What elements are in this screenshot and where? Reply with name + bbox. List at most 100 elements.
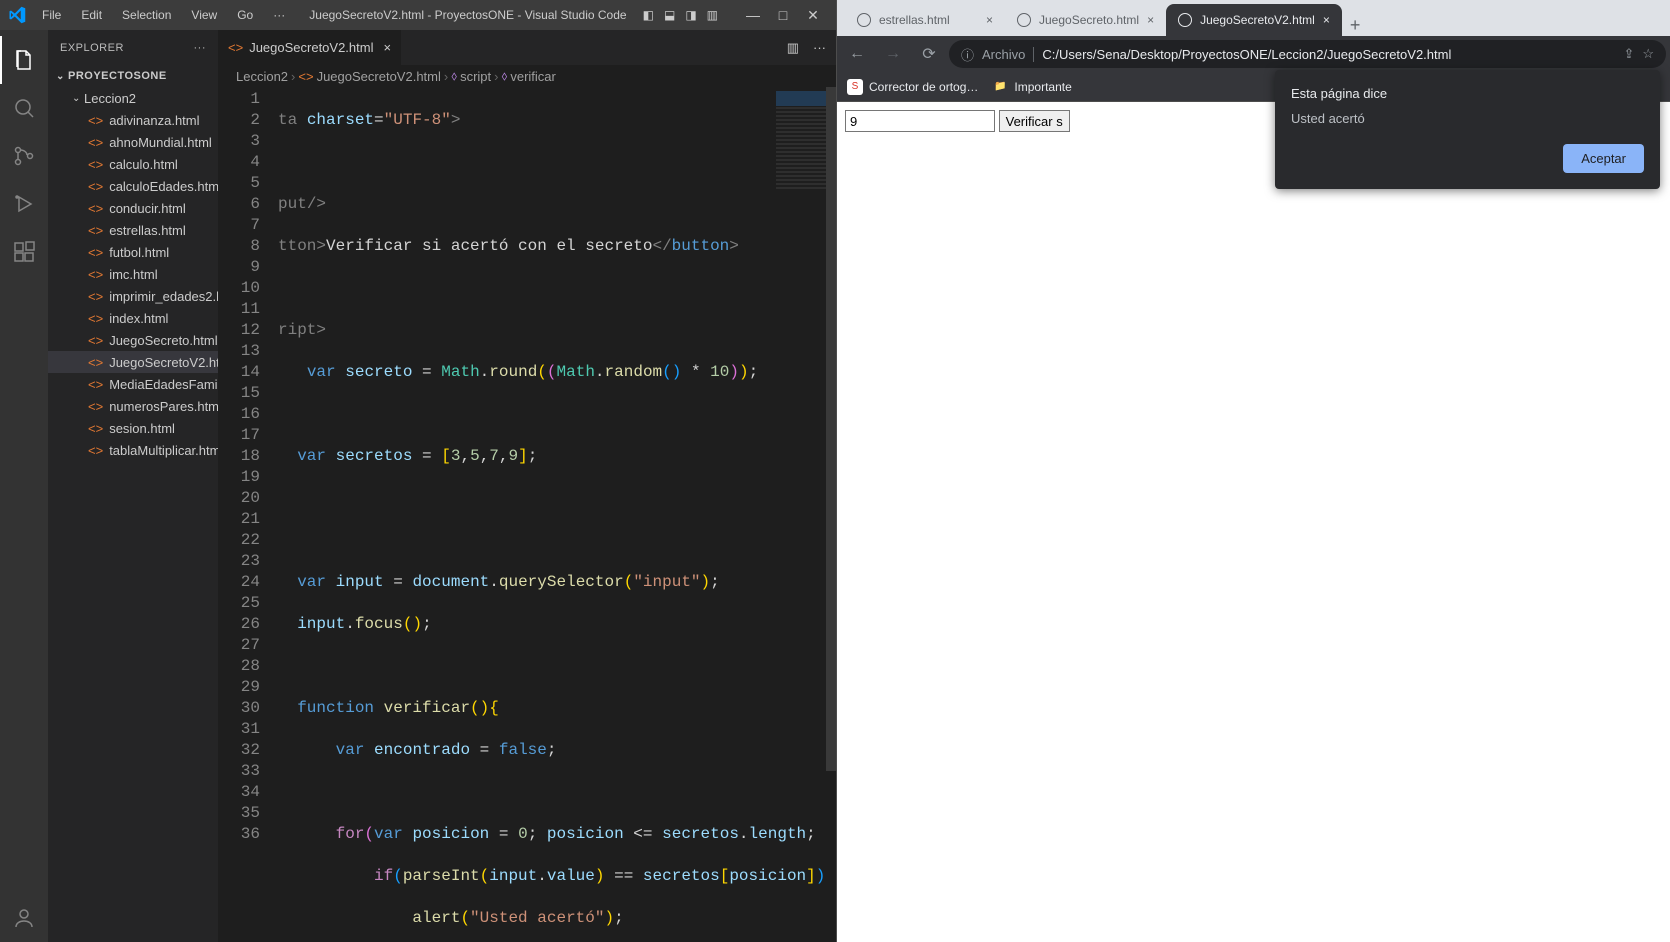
menu-edit[interactable]: Edit bbox=[73, 4, 110, 26]
close-tab-icon[interactable]: × bbox=[383, 40, 391, 55]
file-item[interactable]: <>JuegoSecreto.html bbox=[48, 329, 218, 351]
globe-icon bbox=[1017, 13, 1031, 27]
explorer-sidebar: EXPLORER ··· ⌄PROYECTOSONE ⌄Leccion2 <>a… bbox=[48, 30, 218, 942]
vscode-titlebar: File Edit Selection View Go ··· JuegoSec… bbox=[0, 0, 836, 30]
explorer-more-icon[interactable]: ··· bbox=[194, 42, 207, 54]
activity-extensions-icon[interactable] bbox=[0, 228, 48, 276]
html-file-icon: <> bbox=[88, 113, 103, 128]
html-file-icon: <> bbox=[88, 399, 103, 414]
minimize-button[interactable]: — bbox=[738, 7, 768, 23]
guess-input[interactable] bbox=[845, 110, 995, 132]
html-file-icon: <> bbox=[88, 443, 103, 458]
reload-button[interactable]: ⟳ bbox=[913, 38, 945, 70]
tab-title: JuegoSecretoV2.html bbox=[1200, 13, 1315, 27]
layout-panel-right-icon[interactable]: ◨ bbox=[685, 8, 696, 22]
browser-tab[interactable]: JuegoSecretoV2.html × bbox=[1166, 4, 1342, 36]
activity-explorer-icon[interactable] bbox=[0, 36, 48, 84]
file-item[interactable]: <>calculo.html bbox=[48, 153, 218, 175]
globe-icon bbox=[857, 13, 871, 27]
html-file-icon: <> bbox=[88, 135, 103, 150]
close-window-button[interactable]: ✕ bbox=[798, 7, 828, 24]
menu-file[interactable]: File bbox=[34, 4, 69, 26]
address-bar-row: ← → ⟳ ⓘ Archivo C:/Users/Sena/Desktop/Pr… bbox=[837, 36, 1670, 72]
file-item[interactable]: <>tablaMultiplicar.html bbox=[48, 439, 218, 461]
close-tab-icon[interactable]: × bbox=[986, 13, 993, 27]
bookmark-label: Corrector de ortog… bbox=[869, 80, 978, 94]
file-label: index.html bbox=[109, 311, 168, 326]
alert-accept-button[interactable]: Aceptar bbox=[1563, 144, 1644, 173]
file-item[interactable]: <> conducir.html bbox=[48, 197, 218, 219]
bookmark-item[interactable]: 📁 Importante bbox=[992, 79, 1071, 95]
site-info-icon[interactable]: ⓘ bbox=[961, 45, 974, 64]
html-file-icon: <> bbox=[88, 201, 103, 216]
file-label: adivinanza.html bbox=[109, 113, 199, 128]
editor-tabs: <> JuegoSecretoV2.html × ▥ ··· bbox=[218, 30, 836, 65]
file-item[interactable]: <>sesion.html bbox=[48, 417, 218, 439]
editor-more-icon[interactable]: ··· bbox=[813, 40, 826, 55]
file-label: conducir.html bbox=[109, 201, 186, 216]
alert-message: Usted acertó bbox=[1291, 111, 1644, 126]
layout-customize-icon[interactable]: ▥ bbox=[707, 8, 718, 22]
file-item[interactable]: <>index.html bbox=[48, 307, 218, 329]
share-icon[interactable]: ⇪ bbox=[1623, 46, 1634, 62]
html-file-icon: <> bbox=[88, 333, 103, 348]
activity-search-icon[interactable] bbox=[0, 84, 48, 132]
alert-title: Esta página dice bbox=[1291, 86, 1644, 101]
menu-go[interactable]: Go bbox=[229, 4, 261, 26]
file-item[interactable]: <>JuegoSecretoV2.html bbox=[48, 351, 218, 373]
url-scheme: Archivo bbox=[982, 47, 1034, 62]
bookmark-item[interactable]: SCorrector de ortog… bbox=[847, 79, 978, 95]
bookmark-label: Importante bbox=[1014, 80, 1071, 94]
activity-account-icon[interactable] bbox=[0, 894, 48, 942]
file-item[interactable]: <>estrellas.html bbox=[48, 219, 218, 241]
layout-panel-bottom-icon[interactable]: ⬓ bbox=[664, 8, 675, 22]
browser-tabstrip: estrellas.html×JuegoSecreto.html×JuegoSe… bbox=[837, 0, 1670, 36]
file-label: MediaEdadesFamilia.html bbox=[109, 377, 218, 392]
file-item[interactable]: <>ahnoMundial.html bbox=[48, 131, 218, 153]
forward-button[interactable]: → bbox=[877, 38, 909, 70]
editor-tab[interactable]: <> JuegoSecretoV2.html × bbox=[218, 30, 402, 65]
browser-tab[interactable]: estrellas.html× bbox=[845, 4, 1005, 36]
layout-panel-left-icon[interactable]: ◧ bbox=[643, 8, 654, 22]
alert-dialog: Esta página dice Usted acertó Aceptar bbox=[1275, 70, 1660, 189]
file-item[interactable]: <>calculoEdades.html bbox=[48, 175, 218, 197]
file-item[interactable]: <>imprimir_edades2.html bbox=[48, 285, 218, 307]
url-text: C:/Users/Sena/Desktop/ProyectosONE/Lecci… bbox=[1042, 47, 1451, 62]
activity-source-control-icon[interactable] bbox=[0, 132, 48, 180]
vscode-logo-icon bbox=[8, 6, 26, 24]
close-tab-icon[interactable]: × bbox=[1323, 13, 1330, 27]
menu-more[interactable]: ··· bbox=[265, 4, 293, 26]
vertical-scrollbar[interactable] bbox=[826, 87, 836, 942]
breadcrumb[interactable]: Leccion2› <> JuegoSecretoV2.html› ⬨ scri… bbox=[218, 65, 836, 87]
activity-run-debug-icon[interactable] bbox=[0, 180, 48, 228]
back-button[interactable]: ← bbox=[841, 38, 873, 70]
maximize-button[interactable]: □ bbox=[768, 7, 798, 23]
menu-view[interactable]: View bbox=[183, 4, 225, 26]
folder-leccion2[interactable]: ⌄Leccion2 bbox=[48, 87, 218, 109]
file-label: imprimir_edades2.html bbox=[109, 289, 218, 304]
new-tab-button[interactable]: + bbox=[1342, 15, 1369, 36]
file-item[interactable]: <> adivinanza.html bbox=[48, 109, 218, 131]
address-bar[interactable]: ⓘ Archivo C:/Users/Sena/Desktop/Proyecto… bbox=[949, 40, 1666, 68]
browser-tab[interactable]: JuegoSecreto.html× bbox=[1005, 4, 1166, 36]
html-file-icon: <> bbox=[88, 245, 103, 260]
file-item[interactable]: <>imc.html bbox=[48, 263, 218, 285]
editor-area: <> JuegoSecretoV2.html × ▥ ··· Leccion2›… bbox=[218, 30, 836, 942]
file-label: numerosPares.html bbox=[109, 399, 218, 414]
project-folder[interactable]: ⌄PROYECTOSONE bbox=[48, 65, 218, 87]
activity-bar bbox=[0, 30, 48, 942]
minimap[interactable] bbox=[776, 91, 826, 191]
verify-button[interactable]: Verificar s bbox=[999, 110, 1070, 132]
file-item[interactable]: <>futbol.html bbox=[48, 241, 218, 263]
close-tab-icon[interactable]: × bbox=[1147, 13, 1154, 27]
bookmark-icon: 📁 bbox=[992, 79, 1008, 95]
code-content[interactable]: ta charset="UTF-8"> put/> tton>Verificar… bbox=[278, 87, 836, 942]
bookmark-star-icon[interactable]: ☆ bbox=[1642, 46, 1654, 62]
file-label: estrellas.html bbox=[109, 223, 186, 238]
file-item[interactable]: <> numerosPares.html bbox=[48, 395, 218, 417]
html-file-icon: <> bbox=[88, 157, 103, 172]
code-editor[interactable]: 1234567891011121314151617181920212223242… bbox=[218, 87, 836, 942]
split-editor-icon[interactable]: ▥ bbox=[787, 40, 799, 56]
menu-selection[interactable]: Selection bbox=[114, 4, 179, 26]
file-item[interactable]: <>MediaEdadesFamilia.html bbox=[48, 373, 218, 395]
